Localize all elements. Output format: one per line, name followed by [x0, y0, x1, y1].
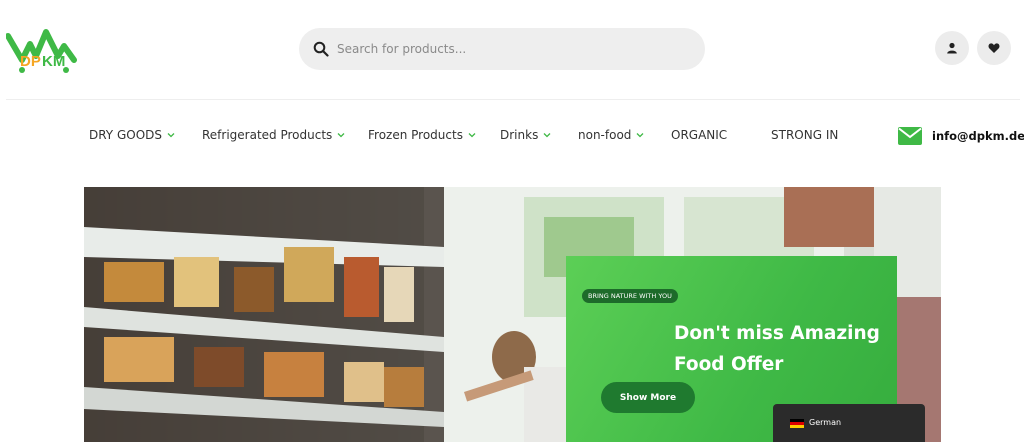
contact-email[interactable]: info@dpkm.de: [898, 127, 1024, 145]
german-flag-icon: [790, 419, 804, 428]
nav-item-drinks[interactable]: Drinks: [500, 128, 551, 142]
search-bar[interactable]: [299, 28, 705, 70]
promo-badge: BRING NATURE WITH YOU: [582, 289, 678, 303]
nav-label: STRONG IN: [771, 128, 839, 142]
nav-label: Frozen Products: [368, 128, 463, 142]
chevron-down-icon: [543, 133, 551, 138]
envelope-icon: [898, 127, 922, 145]
language-label: German: [809, 418, 842, 427]
wishlist-button[interactable]: [977, 31, 1011, 65]
headline-line-1: Don't miss Amazing: [674, 323, 880, 344]
chevron-down-icon: [468, 133, 476, 138]
chevron-down-icon: [636, 133, 644, 138]
account-button[interactable]: [935, 31, 969, 65]
dpkm-logo[interactable]: DP KM: [5, 22, 78, 74]
nav-label: Drinks: [500, 128, 539, 142]
search-input[interactable]: [337, 42, 677, 56]
search-icon: [313, 41, 329, 57]
nav-item-non-food[interactable]: non-food: [578, 128, 644, 142]
nav-item-organic[interactable]: ORGANIC: [671, 128, 727, 142]
heart-icon: [988, 43, 1000, 53]
email-label: info@dpkm.de: [932, 129, 1024, 143]
user-icon: [947, 42, 957, 54]
promo-headline: Don't miss Amazing Food Offer: [674, 318, 880, 380]
nav-label: non-food: [578, 128, 632, 142]
nav-label: DRY GOODS: [89, 128, 163, 142]
nav-item-dry-goods[interactable]: DRY GOODS: [89, 128, 175, 142]
chevron-down-icon: [167, 133, 175, 138]
site-header: DP KM: [0, 0, 1024, 100]
main-nav: DRY GOODS Refrigerated Products Frozen P…: [0, 128, 1024, 150]
nav-item-frozen[interactable]: Frozen Products: [368, 128, 476, 142]
language-switcher[interactable]: German: [773, 404, 925, 442]
header-divider: [6, 99, 1020, 100]
chevron-down-icon: [337, 133, 345, 138]
headline-line-2: Food Offer: [674, 354, 784, 375]
show-more-button[interactable]: Show More: [601, 382, 695, 413]
svg-text:KM: KM: [42, 53, 65, 70]
nav-item-refrigerated[interactable]: Refrigerated Products: [202, 128, 345, 142]
nav-label: Refrigerated Products: [202, 128, 333, 142]
nav-label: ORGANIC: [671, 128, 728, 142]
nav-item-strong-in[interactable]: STRONG IN: [771, 128, 838, 142]
